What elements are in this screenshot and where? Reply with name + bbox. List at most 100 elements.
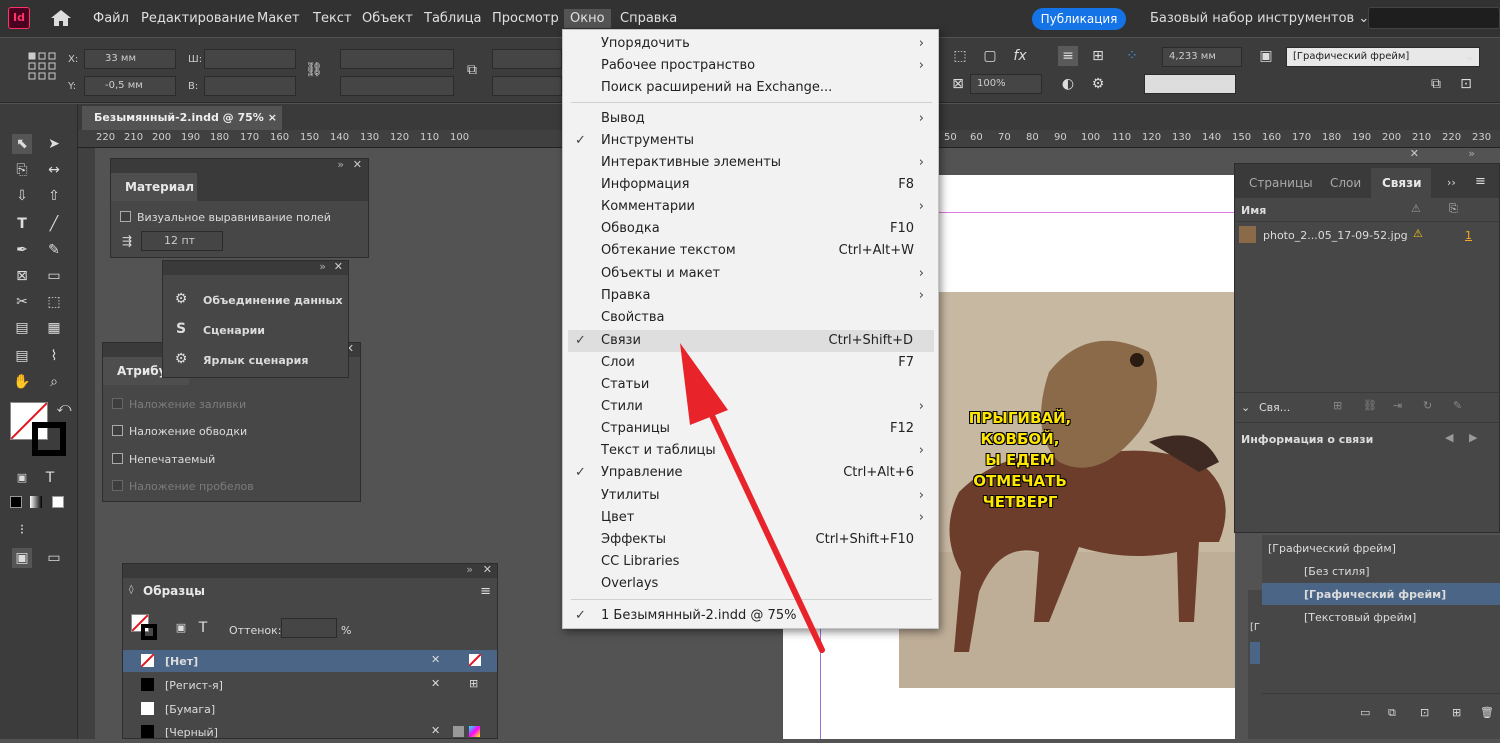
chain-icon[interactable]: ⧉ <box>462 60 482 80</box>
menu-item-workspace[interactable]: Рабочее пространство › <box>563 55 940 77</box>
menu-item-cc-libraries[interactable]: CC Libraries <box>563 551 940 573</box>
gap-tool-icon[interactable]: ↔ <box>44 160 64 180</box>
overprint-fill-checkbox[interactable] <box>112 398 123 409</box>
menu-item-comments[interactable]: Комментарии › <box>563 196 940 218</box>
x-field[interactable]: 33 мм <box>84 49 176 69</box>
menu-item-overlays[interactable]: Overlays <box>563 573 940 595</box>
panel-menu-icon[interactable]: ≡ <box>1475 174 1486 189</box>
swatch-row-black[interactable]: [Черный] ✕ <box>123 721 497 743</box>
selection-tool-icon[interactable]: ⬉ <box>12 134 32 154</box>
update-link-icon[interactable]: ↻ <box>1423 399 1432 412</box>
swap-colors-icon[interactable]: ⤺ <box>54 398 74 418</box>
clear-overrides-icon[interactable]: ⧉ <box>1388 706 1396 720</box>
menu-item-arrange[interactable]: Упорядочить › <box>563 33 940 55</box>
collapse-icon[interactable]: » <box>337 158 344 171</box>
menu-item-find-extensions[interactable]: Поиск расширений на Exchange... <box>563 77 940 99</box>
content-collector-icon[interactable]: ⇩ <box>12 186 32 206</box>
menu-item-object-layout[interactable]: Объекты и макет › <box>563 263 940 285</box>
link-row[interactable]: photo_2...05_17-09-52.jpg ⚠ 1 <box>1235 224 1499 246</box>
formatting-text-icon[interactable]: T <box>40 468 60 488</box>
nonprinting-checkbox[interactable] <box>112 453 123 464</box>
menu-item-properties[interactable]: Свойства <box>563 307 940 329</box>
menu-item-info[interactable]: Информация F8 <box>563 174 940 196</box>
zoom-tool-icon[interactable]: ⌕ <box>44 372 64 392</box>
text-align-icon[interactable]: ≡ <box>1058 46 1078 66</box>
menu-window[interactable]: Окно <box>564 9 611 28</box>
overprint-gap-checkbox[interactable] <box>112 480 123 491</box>
scissors-icon[interactable]: ✂ <box>12 292 32 312</box>
content-fit-icon[interactable]: ▢ <box>980 46 1000 66</box>
page-tool-icon[interactable]: ⎘ <box>12 160 32 180</box>
panel-menu-icon[interactable]: ≡ <box>480 584 491 599</box>
optical-margin-checkbox[interactable] <box>120 211 131 222</box>
pen-tool-icon[interactable]: ✒ <box>12 240 32 260</box>
next-link-icon[interactable]: ▶ <box>1469 431 1477 444</box>
status-warning-icon[interactable]: ⚠ <box>1411 202 1421 215</box>
style-row[interactable]: [Без стиля] <box>1262 560 1500 582</box>
menu-item-utilities[interactable]: Утилиты › <box>563 485 940 507</box>
scripts-item[interactable]: Сценарии <box>203 324 265 337</box>
formatting-container-icon[interactable]: ▣ <box>12 468 32 488</box>
formatting-container-icon[interactable]: ▣ <box>171 618 191 638</box>
new-style-icon[interactable]: ⊞ <box>1452 706 1461 719</box>
shadow-settings-icon[interactable]: ⚙ <box>1088 74 1108 94</box>
menu-item-editorial[interactable]: Правка › <box>563 285 940 307</box>
workspace-switcher[interactable]: Базовый набор инструментов ⌄ <box>1150 11 1369 26</box>
direct-selection-icon[interactable]: ➤ <box>44 134 64 154</box>
tint-field[interactable] <box>281 618 337 638</box>
delete-icon[interactable]: 🗑 <box>1480 706 1494 719</box>
menu-item-links[interactable]: ✓ Связи Ctrl+Shift+D <box>568 330 934 352</box>
close-icon[interactable]: × <box>268 111 277 124</box>
menu-item-output[interactable]: Вывод › <box>563 108 940 130</box>
free-transform-icon[interactable]: ⬚ <box>44 292 64 312</box>
menu-item-control[interactable]: ✓ Управление Ctrl+Alt+6 <box>563 462 940 484</box>
type-tool-icon[interactable]: T <box>12 214 32 234</box>
tab-swatches[interactable]: Образцы <box>143 584 205 598</box>
menu-item-styles[interactable]: Стили › <box>563 396 940 418</box>
scale-x-field[interactable] <box>340 49 454 69</box>
stroke-type-field[interactable] <box>1144 74 1236 94</box>
overprint-stroke-checkbox[interactable] <box>112 425 123 436</box>
line-tool-icon[interactable]: ╱ <box>44 214 64 234</box>
menu-table[interactable]: Таблица <box>424 11 482 26</box>
y-field[interactable]: -0,5 мм <box>84 76 176 96</box>
rectangle-frame-icon[interactable]: ⊠ <box>12 266 32 286</box>
prev-link-icon[interactable]: ◀ <box>1445 431 1453 444</box>
mode-icon[interactable]: ⁝ <box>12 520 32 540</box>
close-icon[interactable]: ✕ <box>334 260 343 273</box>
panel-overflow-icon[interactable]: ›› <box>1447 176 1456 189</box>
expand-chevron-icon[interactable]: ⌄ <box>1241 401 1250 414</box>
swatch-row-paper[interactable]: [Бумага] <box>123 698 497 720</box>
preview-view-icon[interactable]: ▭ <box>44 548 64 568</box>
menu-file[interactable]: Файл <box>93 11 129 26</box>
stroke-weight-icon[interactable]: ⁘ <box>1122 46 1142 66</box>
menu-type[interactable]: Текст <box>313 11 352 26</box>
content-placer-icon[interactable]: ⇧ <box>44 186 64 206</box>
home-icon[interactable] <box>50 9 72 27</box>
close-icon[interactable]: ✕ <box>483 563 492 576</box>
menu-item-type-tables[interactable]: Текст и таблицы › <box>563 440 940 462</box>
frame-fitting-icon[interactable]: ⬚ <box>950 46 970 66</box>
optical-size-field[interactable]: 12 пт <box>141 231 223 251</box>
menu-item-open-document[interactable]: ✓ 1 Безымянный-2.indd @ 75% <box>563 605 940 627</box>
apply-none-icon[interactable] <box>52 496 64 508</box>
align-center-icon[interactable]: ⊞ <box>1088 46 1108 66</box>
search-input[interactable] <box>1368 7 1500 29</box>
menu-item-tools[interactable]: ✓ Инструменты <box>563 130 940 152</box>
drop-shadow-icon[interactable]: ◐ <box>1058 74 1078 94</box>
frame-style-select[interactable]: [Графический фрейм] <box>1286 47 1480 67</box>
shear-field[interactable] <box>492 76 562 96</box>
scale-y-field[interactable] <box>340 76 454 96</box>
stroke-weight-field[interactable]: 4,233 мм <box>1162 47 1242 67</box>
col-name[interactable]: Имя <box>1241 204 1266 217</box>
collapse-icon[interactable]: » <box>319 260 326 273</box>
menu-item-effects[interactable]: Эффекты Ctrl+Shift+F10 <box>563 529 940 551</box>
close-icon[interactable]: ✕ <box>353 158 362 171</box>
effects-fx-icon[interactable]: fx <box>1010 46 1030 66</box>
menu-edit[interactable]: Редактирование <box>141 11 254 26</box>
style-options-icon[interactable]: ⊡ <box>1456 74 1476 94</box>
collapse-icon[interactable]: » <box>1468 147 1475 160</box>
chevron-down-icon[interactable]: ⌄ <box>1460 46 1480 66</box>
stroke-proxy[interactable] <box>141 624 157 640</box>
stroke-swatch[interactable] <box>32 422 66 456</box>
